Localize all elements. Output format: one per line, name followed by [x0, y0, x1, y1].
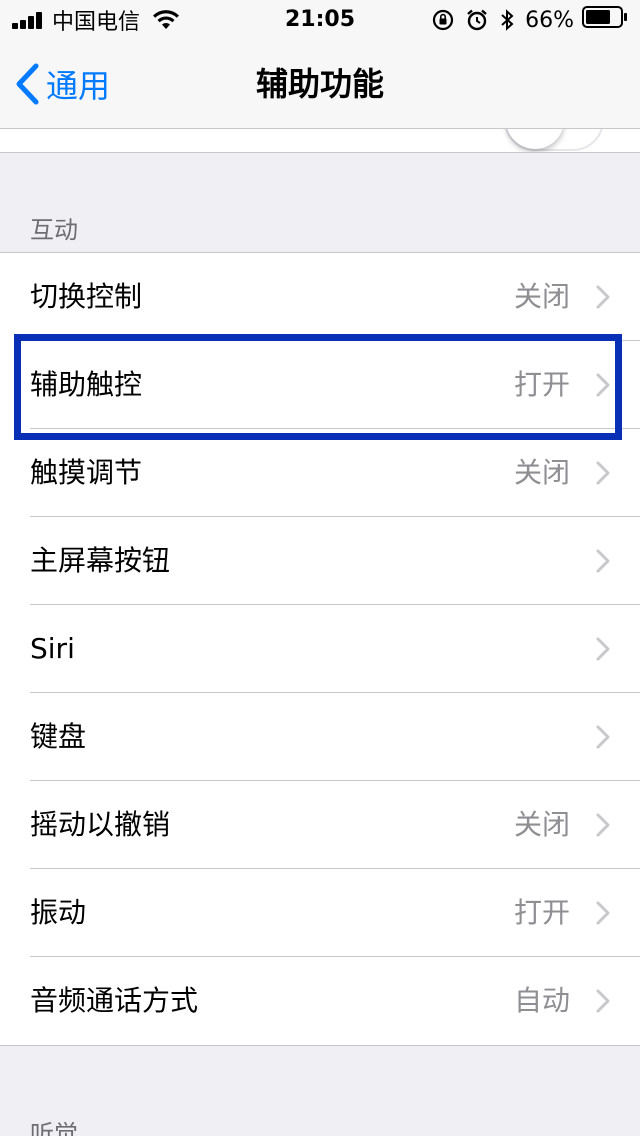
- screen: 中国电信 21:05 66% 通用 辅助功能 互动 切换控制 关闭 辅助触控 打…: [0, 0, 640, 1136]
- navigation-bar: 通用 辅助功能: [0, 40, 640, 129]
- row-label: 切换控制: [30, 280, 143, 313]
- toggle-switch[interactable]: [504, 129, 604, 151]
- row-value: 关闭: [513, 456, 570, 489]
- chevron-right-icon: [596, 813, 610, 837]
- row-label: 键盘: [30, 720, 87, 753]
- orientation-lock-icon: [431, 8, 455, 32]
- partial-toggle-row: [0, 129, 640, 153]
- row-label: 触摸调节: [30, 456, 143, 489]
- chevron-right-icon: [596, 549, 610, 573]
- battery-icon: [582, 6, 628, 34]
- row-call-audio-routing[interactable]: 音频通话方式 自动: [0, 957, 640, 1045]
- row-label: Siri: [30, 632, 75, 665]
- alarm-icon: [465, 8, 489, 32]
- status-bar-right: 66%: [431, 6, 628, 34]
- row-value: 关闭: [513, 808, 570, 841]
- row-keyboard[interactable]: 键盘: [0, 693, 640, 781]
- row-touch-accommodations[interactable]: 触摸调节 关闭: [0, 429, 640, 517]
- chevron-right-icon: [596, 461, 610, 485]
- chevron-right-icon: [596, 901, 610, 925]
- row-shake-to-undo[interactable]: 摇动以撤销 关闭: [0, 781, 640, 869]
- section-header-hearing: 听觉: [30, 1120, 78, 1136]
- row-siri[interactable]: Siri: [0, 605, 640, 693]
- row-vibration[interactable]: 振动 打开: [0, 869, 640, 957]
- row-label: 振动: [30, 896, 87, 929]
- chevron-right-icon: [596, 285, 610, 309]
- row-label: 音频通话方式: [30, 984, 199, 1017]
- chevron-right-icon: [596, 637, 610, 661]
- toggle-knob: [506, 129, 564, 149]
- battery-percent: 66%: [525, 7, 574, 33]
- chevron-right-icon: [596, 725, 610, 749]
- row-value: 关闭: [513, 280, 570, 313]
- row-label: 摇动以撤销: [30, 808, 171, 841]
- row-assistive-touch[interactable]: 辅助触控 打开: [0, 341, 640, 429]
- status-bar: 中国电信 21:05 66%: [0, 0, 640, 40]
- bluetooth-icon: [499, 8, 515, 32]
- row-label: 辅助触控: [30, 368, 143, 401]
- row-switch-control[interactable]: 切换控制 关闭: [0, 253, 640, 341]
- row-home-button[interactable]: 主屏幕按钮: [0, 517, 640, 605]
- section-header-interaction: 互动: [30, 216, 78, 244]
- row-label: 主屏幕按钮: [30, 544, 171, 577]
- interaction-settings-list: 切换控制 关闭 辅助触控 打开 触摸调节 关闭 主屏幕按钮 Siri 键盘 摇动…: [0, 252, 640, 1046]
- row-value: 自动: [513, 984, 570, 1017]
- chevron-right-icon: [596, 373, 610, 397]
- chevron-right-icon: [596, 989, 610, 1013]
- page-title: 辅助功能: [255, 65, 384, 103]
- row-value: 打开: [513, 368, 570, 401]
- row-value: 打开: [513, 896, 570, 929]
